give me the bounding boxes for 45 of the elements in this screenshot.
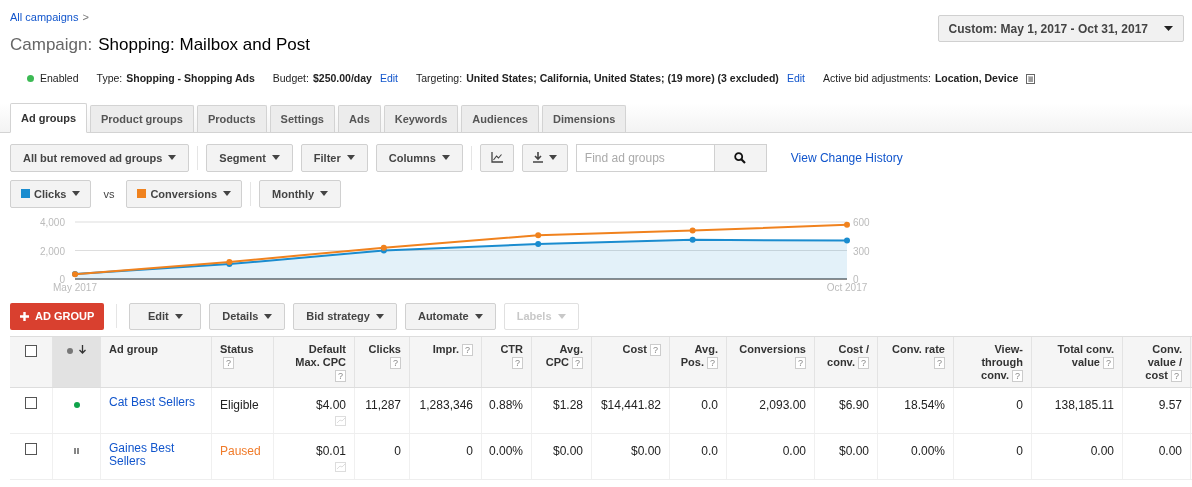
- y-axis-label: 2,000: [39, 245, 65, 257]
- table-cell-text: 11,287: [365, 396, 401, 414]
- table-cell-text: $6.90: [838, 396, 869, 414]
- table-cell-text: $1.28: [552, 396, 583, 414]
- y-axis-label: 4,000: [39, 216, 65, 228]
- table-cell-text: 0.00: [1158, 442, 1182, 460]
- summary-value: Shopping - Shopping Ads: [126, 71, 255, 86]
- table-cell-text: 0.0: [701, 396, 718, 414]
- summary-value: $250.00/day: [312, 71, 372, 86]
- table-cell-text: 0.00: [1090, 442, 1114, 460]
- summary-value: Location, Device: [934, 71, 1019, 86]
- summary-label: Targeting:: [416, 71, 463, 86]
- campaign-status: Enabled: [40, 71, 79, 86]
- breadcrumb-separator: >: [82, 10, 89, 25]
- table-cell-text: 0: [394, 442, 401, 460]
- table-cell-text: $0.01: [315, 442, 346, 460]
- table-cell-text: 1,283,346: [419, 396, 473, 414]
- title-prefix: Campaign:: [10, 33, 93, 56]
- summary-label: Type:: [96, 71, 123, 86]
- table-cell-text: 18.54%: [904, 396, 945, 414]
- table-cell-text: 2,093.00: [759, 396, 806, 414]
- table-cell-text: 0.00: [782, 442, 806, 460]
- table-cell-text: 0.88%: [488, 396, 523, 414]
- table-cell-text: 0.00%: [910, 442, 945, 460]
- status-text: Eligible: [220, 397, 259, 412]
- summary-label: Budget:: [272, 71, 309, 86]
- campaign-title: Shopping: Mailbox and Post: [98, 33, 310, 56]
- table-cell-text: 0: [466, 442, 473, 460]
- table-cell-text: $0.00: [838, 442, 869, 460]
- y-axis-label: 600: [853, 216, 870, 228]
- table-cell-text: 0: [1016, 442, 1023, 460]
- table-cell-text: $4.00: [315, 396, 346, 414]
- table-cell-text: $0.00: [552, 442, 583, 460]
- summary-label: Active bid adjustments:: [822, 71, 931, 86]
- table-cell-text: 0.00%: [488, 442, 523, 460]
- vs-label: vs: [103, 186, 115, 202]
- table-cell-text: $14,441.82: [600, 396, 661, 414]
- table-cell-text: 9.57: [1158, 396, 1182, 414]
- table-cell-text: 138,185.11: [1054, 396, 1114, 414]
- table-cell-text: $0.00: [630, 442, 661, 460]
- y-axis-label: 300: [853, 245, 870, 257]
- summary-value: United States; California, United States; (19 more) (3 excluded): [466, 71, 779, 86]
- status-text: Paused: [220, 443, 261, 458]
- table-cell-text: 0: [1016, 396, 1023, 414]
- table-cell-text: 0.0: [701, 442, 718, 460]
